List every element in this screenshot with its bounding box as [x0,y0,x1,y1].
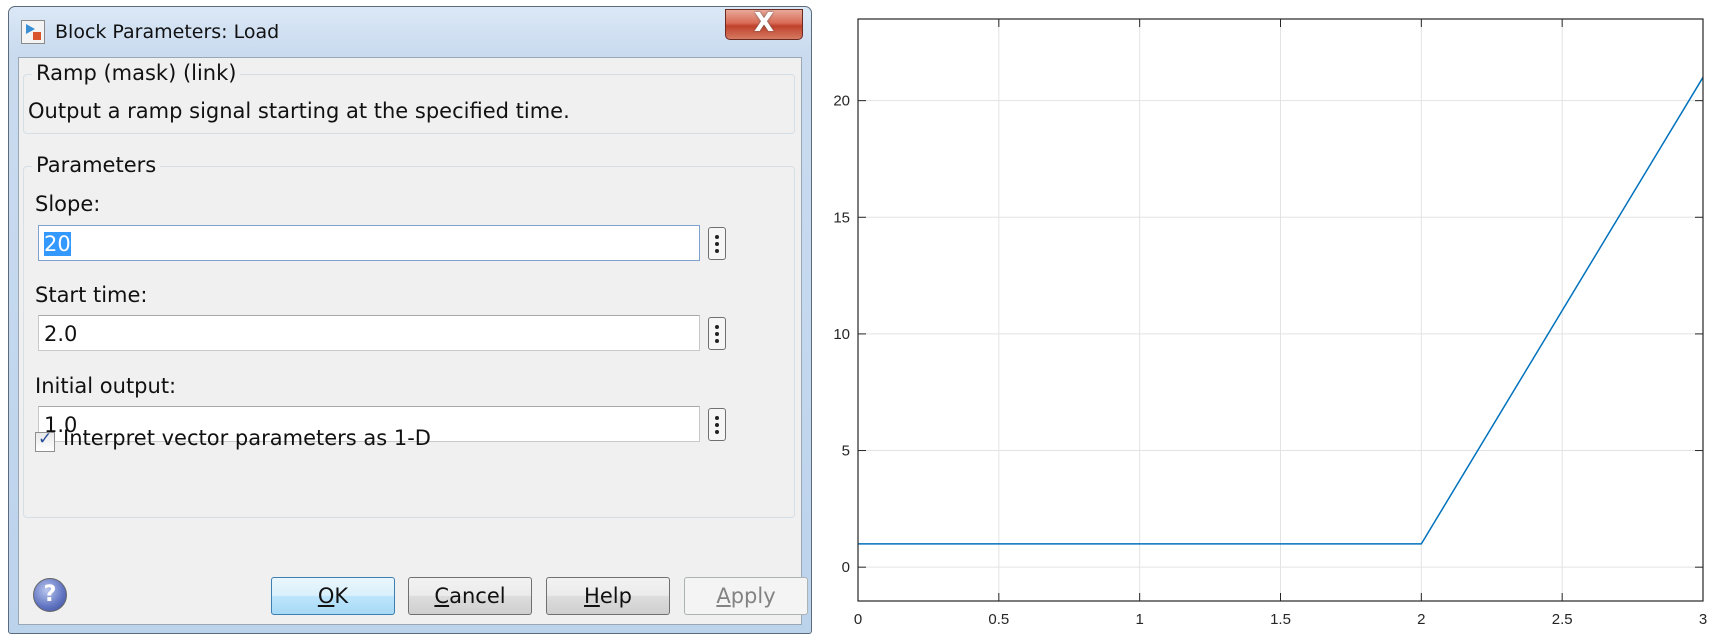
x-tick-label: 3 [1699,611,1707,628]
x-tick-label: 2 [1417,611,1425,628]
x-tick-label: 0.5 [988,611,1009,628]
y-tick-label: 0 [842,559,850,576]
y-tick-label: 10 [833,326,850,343]
x-tick-label: 2.5 [1552,611,1573,628]
ramp-plot: 0 0.5 1 1.5 2 2.5 3 0 5 10 15 20 [833,18,1707,628]
y-tick-label: 15 [833,209,850,226]
y-tick-label: 5 [842,443,850,460]
x-tick-label: 0 [854,611,862,628]
x-tick-label: 1 [1135,611,1143,628]
x-tick-label: 1.5 [1270,611,1291,628]
y-tick-label: 20 [833,93,850,110]
